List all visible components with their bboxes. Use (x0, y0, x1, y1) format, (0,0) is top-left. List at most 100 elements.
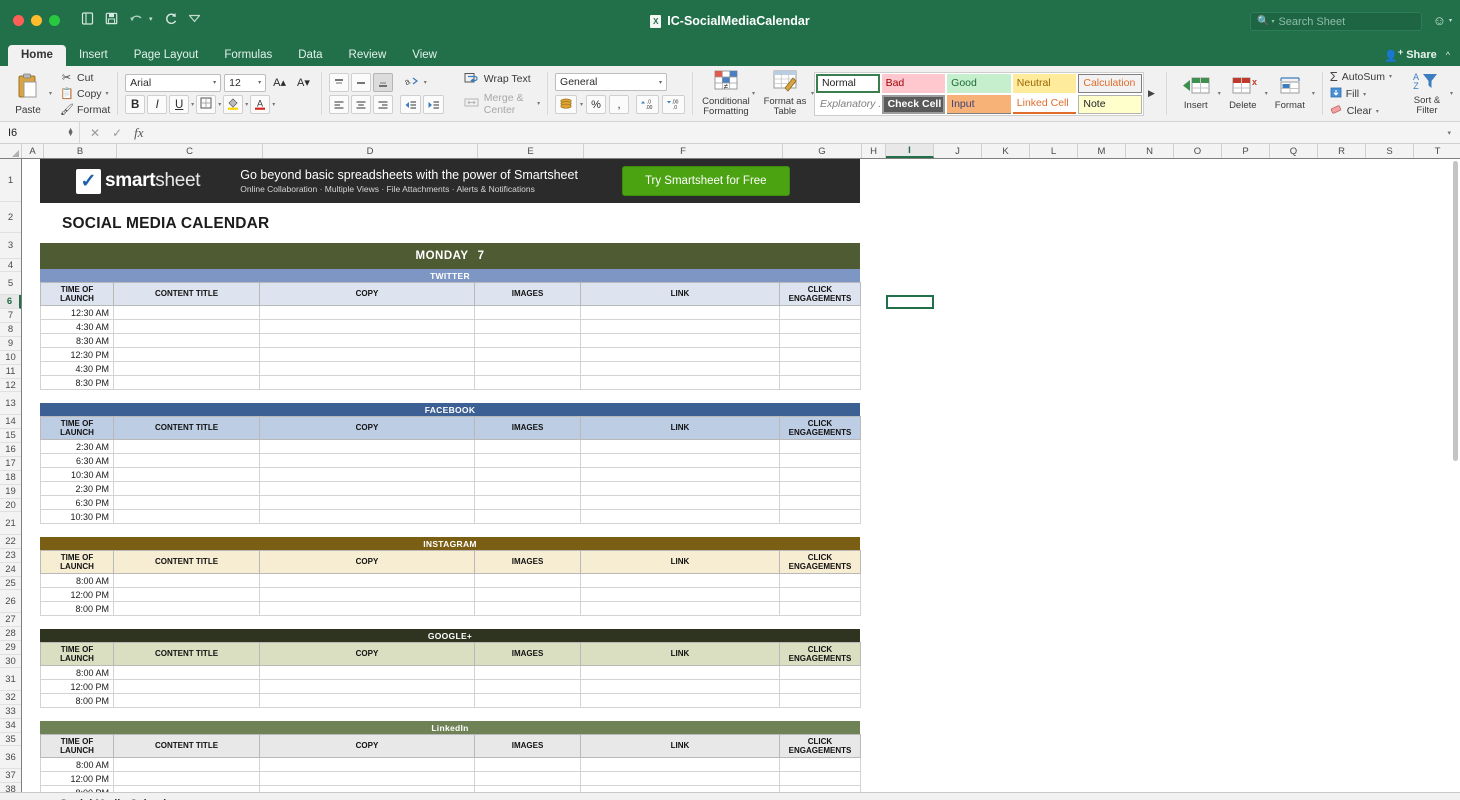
cell-link[interactable] (581, 306, 780, 320)
cell-content-title[interactable] (114, 602, 260, 616)
tab-page-layout[interactable]: Page Layout (121, 45, 212, 66)
table-row[interactable]: 8:00 AM (41, 758, 861, 772)
table-row[interactable]: 8:00 AM (41, 666, 861, 680)
row-header-15[interactable]: 15 (0, 429, 21, 443)
row-header-17[interactable]: 17 (0, 457, 21, 471)
row-header-31[interactable]: 31 (0, 668, 21, 691)
cell-images[interactable] (475, 334, 581, 348)
format-cells-button[interactable]: Format (1268, 76, 1312, 111)
smiley-caret-icon[interactable]: ▾ (1449, 17, 1452, 24)
column-header-j[interactable]: J (934, 144, 982, 158)
vertical-scrollbar[interactable] (1451, 159, 1460, 792)
row-header-2[interactable]: 2 (0, 202, 21, 233)
smartsheet-banner[interactable]: ✓ smartsheet Go beyond basic spreadsheet… (40, 159, 860, 203)
cell-click-engagements[interactable] (780, 334, 861, 348)
comma-format-button[interactable]: , (609, 95, 629, 114)
row-header-38[interactable]: 38 (0, 783, 21, 792)
cell-click-engagements[interactable] (780, 306, 861, 320)
sheet-tab-social-media-calendar[interactable]: Social Media Calendar (50, 795, 187, 800)
cell-content-title[interactable] (114, 440, 260, 454)
ribbon-tab-bar[interactable]: Home Insert Page Layout Formulas Data Re… (0, 44, 1460, 66)
cell-images[interactable] (475, 758, 581, 772)
row-header-11[interactable]: 11 (0, 365, 21, 379)
cell-content-title[interactable] (114, 306, 260, 320)
conditional-formatting-caret[interactable]: ▾ (752, 90, 755, 97)
fill-color-dropdown-caret[interactable]: ▾ (245, 101, 248, 108)
tab-insert[interactable]: Insert (66, 45, 121, 66)
align-middle-button[interactable] (351, 73, 371, 92)
italic-button[interactable]: I (147, 95, 167, 114)
cell-images[interactable] (475, 602, 581, 616)
cell-style-explanatory[interactable]: Explanatory ... (816, 95, 880, 114)
cell-click-engagements[interactable] (780, 680, 861, 694)
formula-bar[interactable]: I6 ▲▼ ✕ ✓ fx ▾ (0, 122, 1460, 144)
column-header-f[interactable]: F (584, 144, 783, 158)
column-header-e[interactable]: E (478, 144, 584, 158)
undo-dropdown-caret[interactable]: ▾ (149, 15, 153, 23)
cell-time-of-launch[interactable]: 8:00 PM (41, 694, 114, 708)
fill-color-button[interactable] (223, 95, 243, 114)
autosum-caret[interactable]: ▾ (1389, 73, 1392, 80)
percent-format-button[interactable]: % (586, 95, 606, 114)
cell-click-engagements[interactable] (780, 574, 861, 588)
cell-images[interactable] (475, 588, 581, 602)
cell-time-of-launch[interactable]: 8:30 PM (41, 376, 114, 390)
cell-click-engagements[interactable] (780, 468, 861, 482)
cell-link[interactable] (581, 588, 780, 602)
cell-copy[interactable] (260, 758, 475, 772)
cell-click-engagements[interactable] (780, 440, 861, 454)
borders-dropdown-caret[interactable]: ▾ (218, 101, 221, 108)
cell-time-of-launch[interactable]: 6:30 PM (41, 496, 114, 510)
cell-images[interactable] (475, 468, 581, 482)
cell-images[interactable] (475, 786, 581, 793)
minimize-window-button[interactable] (31, 15, 42, 26)
row-header-22[interactable]: 22 (0, 535, 21, 549)
cell-copy[interactable] (260, 362, 475, 376)
try-smartsheet-button[interactable]: Try Smartsheet for Free (622, 166, 790, 196)
close-window-button[interactable] (13, 15, 24, 26)
cell-content-title[interactable] (114, 666, 260, 680)
table-row[interactable]: 10:30 AM (41, 468, 861, 482)
cell-content-title[interactable] (114, 758, 260, 772)
column-header-o[interactable]: O (1174, 144, 1222, 158)
column-header-c[interactable]: C (117, 144, 263, 158)
table-row[interactable]: 4:30 AM (41, 320, 861, 334)
column-header-i[interactable]: I (886, 144, 934, 158)
align-bottom-button[interactable] (373, 73, 393, 92)
row-header-36[interactable]: 36 (0, 746, 21, 769)
cell-time-of-launch[interactable]: 4:30 PM (41, 362, 114, 376)
table-row[interactable]: 2:30 AM (41, 440, 861, 454)
cell-images[interactable] (475, 574, 581, 588)
column-header-d[interactable]: D (263, 144, 478, 158)
accounting-dropdown-caret[interactable]: ▾ (580, 101, 583, 108)
cell-content-title[interactable] (114, 786, 260, 793)
row-header-25[interactable]: 25 (0, 577, 21, 590)
font-size-select[interactable]: 12 ▾ (224, 74, 266, 92)
accounting-format-button[interactable] (555, 95, 577, 114)
redo-icon[interactable] (164, 12, 178, 25)
increase-font-size-button[interactable]: A▴ (269, 73, 290, 92)
zoom-window-button[interactable] (49, 15, 60, 26)
tab-formulas[interactable]: Formulas (211, 45, 285, 66)
align-right-button[interactable] (373, 95, 393, 114)
cell-style-bad[interactable]: Bad (882, 74, 946, 93)
cell-link[interactable] (581, 440, 780, 454)
vertical-scroll-thumb[interactable] (1453, 161, 1458, 461)
cell-content-title[interactable] (114, 362, 260, 376)
new-document-icon[interactable] (81, 12, 94, 25)
insert-function-icon[interactable]: fx (134, 125, 143, 141)
tab-view[interactable]: View (399, 45, 450, 66)
cell-images[interactable] (475, 772, 581, 786)
column-header-l[interactable]: L (1030, 144, 1078, 158)
cell-style-good[interactable]: Good (947, 74, 1011, 93)
table-row[interactable]: 8:00 PM (41, 602, 861, 616)
cell-copy[interactable] (260, 376, 475, 390)
cell-time-of-launch[interactable]: 12:30 AM (41, 306, 114, 320)
tab-home[interactable]: Home (8, 45, 66, 66)
cell-content-title[interactable] (114, 320, 260, 334)
row-header-26[interactable]: 26 (0, 590, 21, 613)
cell-style-calculation[interactable]: Calculation (1078, 74, 1142, 93)
cell-images[interactable] (475, 666, 581, 680)
sheet-tab-bar[interactable]: ◀ ▶ Social Media Calendar + (0, 792, 1460, 800)
copy-dropdown-caret[interactable]: ▾ (106, 90, 109, 97)
